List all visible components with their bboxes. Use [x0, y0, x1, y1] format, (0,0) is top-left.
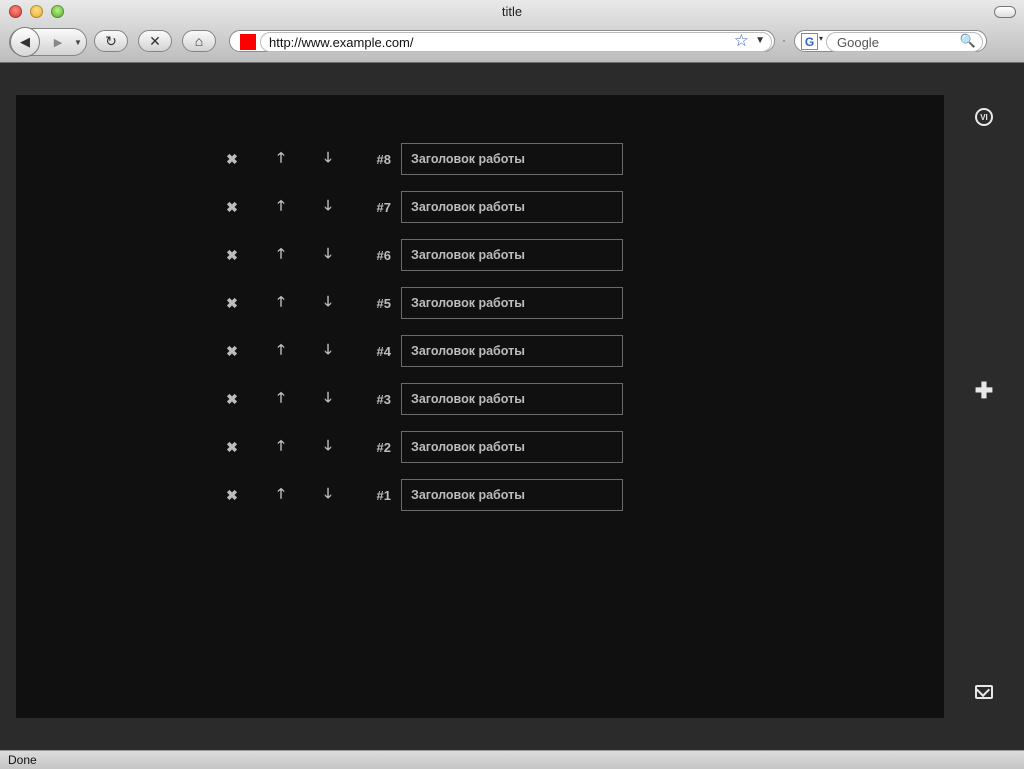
history-dropdown-button[interactable]: ▼: [72, 29, 84, 55]
add-work-button[interactable]: ✚: [966, 378, 1002, 404]
work-title-text: Заголовок работы: [411, 440, 525, 454]
work-row: ✖ 🡑 🡓 #3 Заголовок работы: [16, 383, 944, 415]
status-bar: Done: [0, 750, 1024, 769]
arrow-down-icon[interactable]: 🡓: [318, 383, 338, 415]
delete-icon[interactable]: ✖: [222, 383, 242, 415]
work-row: ✖ 🡑 🡓 #2 Заголовок работы: [16, 431, 944, 463]
arrow-down-icon[interactable]: 🡓: [318, 191, 338, 223]
work-title-input[interactable]: Заголовок работы: [401, 143, 623, 175]
plus-icon: ✚: [974, 378, 994, 403]
stop-icon: ✕: [149, 32, 161, 49]
forward-button[interactable]: ▶: [46, 29, 70, 55]
work-number: #7: [376, 199, 391, 215]
work-row: ✖ 🡑 🡓 #1 Заголовок работы: [16, 479, 944, 511]
chevron-down-icon: ▼: [74, 37, 82, 47]
arrow-down-icon[interactable]: 🡓: [318, 479, 338, 511]
work-title-text: Заголовок работы: [411, 344, 525, 358]
work-title-input[interactable]: Заголовок работы: [401, 287, 623, 319]
work-title-text: Заголовок работы: [411, 200, 525, 214]
arrow-down-icon[interactable]: 🡓: [318, 239, 338, 271]
home-button[interactable]: ⌂: [182, 30, 216, 52]
work-title-text: Заголовок работы: [411, 392, 525, 406]
work-title-input[interactable]: Заголовок работы: [401, 239, 623, 271]
page-viewport: ✖ 🡑 🡓 #8 Заголовок работы ✖ 🡑 🡓 #7 Заголовок рабо…: [0, 63, 1024, 750]
arrow-down-icon[interactable]: 🡓: [318, 335, 338, 367]
work-number: #6: [376, 247, 391, 263]
browser-toolbar: title ◀ ▶ ▼ ↻ ✕ ⌂ http://www.example.com…: [0, 0, 1024, 63]
reload-button[interactable]: ↻: [94, 30, 128, 52]
vi-logo-icon[interactable]: VI: [966, 108, 1002, 126]
arrow-up-icon[interactable]: 🡑: [271, 431, 291, 463]
work-number: #2: [376, 439, 391, 455]
status-text: Done: [8, 753, 37, 767]
work-title-text: Заголовок работы: [411, 152, 525, 166]
bookmark-star-icon[interactable]: ☆: [734, 31, 749, 51]
work-title-input[interactable]: Заголовок работы: [401, 479, 623, 511]
toolbar-toggle-button[interactable]: [994, 6, 1016, 18]
search-engine-dropdown-icon[interactable]: ▾: [819, 34, 823, 43]
work-title-input[interactable]: Заголовок работы: [401, 431, 623, 463]
mail-button[interactable]: [966, 685, 1002, 699]
arrow-up-icon[interactable]: 🡑: [271, 239, 291, 271]
url-text: http://www.example.com/: [269, 35, 414, 50]
url-dropdown-icon[interactable]: ▼: [755, 35, 765, 46]
work-row: ✖ 🡑 🡓 #5 Заголовок работы: [16, 287, 944, 319]
work-row: ✖ 🡑 🡓 #6 Заголовок работы: [16, 239, 944, 271]
work-title-input[interactable]: Заголовок работы: [401, 335, 623, 367]
reload-icon: ↻: [105, 32, 117, 49]
arrow-up-icon[interactable]: 🡑: [271, 335, 291, 367]
toolbar-separator: ·: [782, 33, 786, 47]
work-title-text: Заголовок работы: [411, 488, 525, 502]
work-number: #4: [376, 343, 391, 359]
delete-icon[interactable]: ✖: [222, 287, 242, 319]
work-number: #3: [376, 391, 391, 407]
back-arrow-icon: ◀: [20, 34, 30, 49]
delete-icon[interactable]: ✖: [222, 239, 242, 271]
navigation-group: ◀ ▶ ▼: [9, 27, 87, 57]
search-input[interactable]: Google 🔍: [826, 32, 983, 52]
work-number: #1: [376, 487, 391, 503]
search-icon[interactable]: 🔍: [960, 33, 976, 49]
delete-icon[interactable]: ✖: [222, 431, 242, 463]
arrow-up-icon[interactable]: 🡑: [271, 287, 291, 319]
envelope-icon: [975, 685, 993, 699]
works-panel: ✖ 🡑 🡓 #8 Заголовок работы ✖ 🡑 🡓 #7 Заголовок рабо…: [16, 95, 944, 718]
stop-button[interactable]: ✕: [138, 30, 172, 52]
delete-icon[interactable]: ✖: [222, 191, 242, 223]
search-engine-icon[interactable]: G: [801, 33, 818, 50]
address-bar[interactable]: http://www.example.com/ ☆ ▼: [229, 30, 775, 52]
arrow-up-icon[interactable]: 🡑: [271, 479, 291, 511]
back-button[interactable]: ◀: [10, 27, 40, 57]
home-icon: ⌂: [194, 33, 204, 49]
work-title-input[interactable]: Заголовок работы: [401, 383, 623, 415]
work-number: #5: [376, 295, 391, 311]
work-row: ✖ 🡑 🡓 #8 Заголовок работы: [16, 143, 944, 175]
search-bar[interactable]: G ▾ Google 🔍: [794, 30, 987, 52]
work-number: #8: [376, 151, 391, 167]
window-title: title: [501, 4, 523, 19]
delete-icon[interactable]: ✖: [222, 143, 242, 175]
work-title-text: Заголовок работы: [411, 296, 525, 310]
forward-arrow-icon: ▶: [53, 36, 63, 49]
arrow-down-icon[interactable]: 🡓: [318, 143, 338, 175]
arrow-up-icon[interactable]: 🡑: [271, 143, 291, 175]
url-field[interactable]: http://www.example.com/ ☆ ▼: [260, 31, 772, 52]
work-title-text: Заголовок работы: [411, 248, 525, 262]
favicon-icon: [240, 34, 256, 50]
delete-icon[interactable]: ✖: [222, 335, 242, 367]
work-title-input[interactable]: Заголовок работы: [401, 191, 623, 223]
vi-logo-label: VI: [980, 112, 988, 122]
work-row: ✖ 🡑 🡓 #4 Заголовок работы: [16, 335, 944, 367]
arrow-down-icon[interactable]: 🡓: [318, 287, 338, 319]
arrow-down-icon[interactable]: 🡓: [318, 431, 338, 463]
search-placeholder: Google: [837, 35, 879, 50]
arrow-up-icon[interactable]: 🡑: [271, 191, 291, 223]
work-row: ✖ 🡑 🡓 #7 Заголовок работы: [16, 191, 944, 223]
arrow-up-icon[interactable]: 🡑: [271, 383, 291, 415]
delete-icon[interactable]: ✖: [222, 479, 242, 511]
